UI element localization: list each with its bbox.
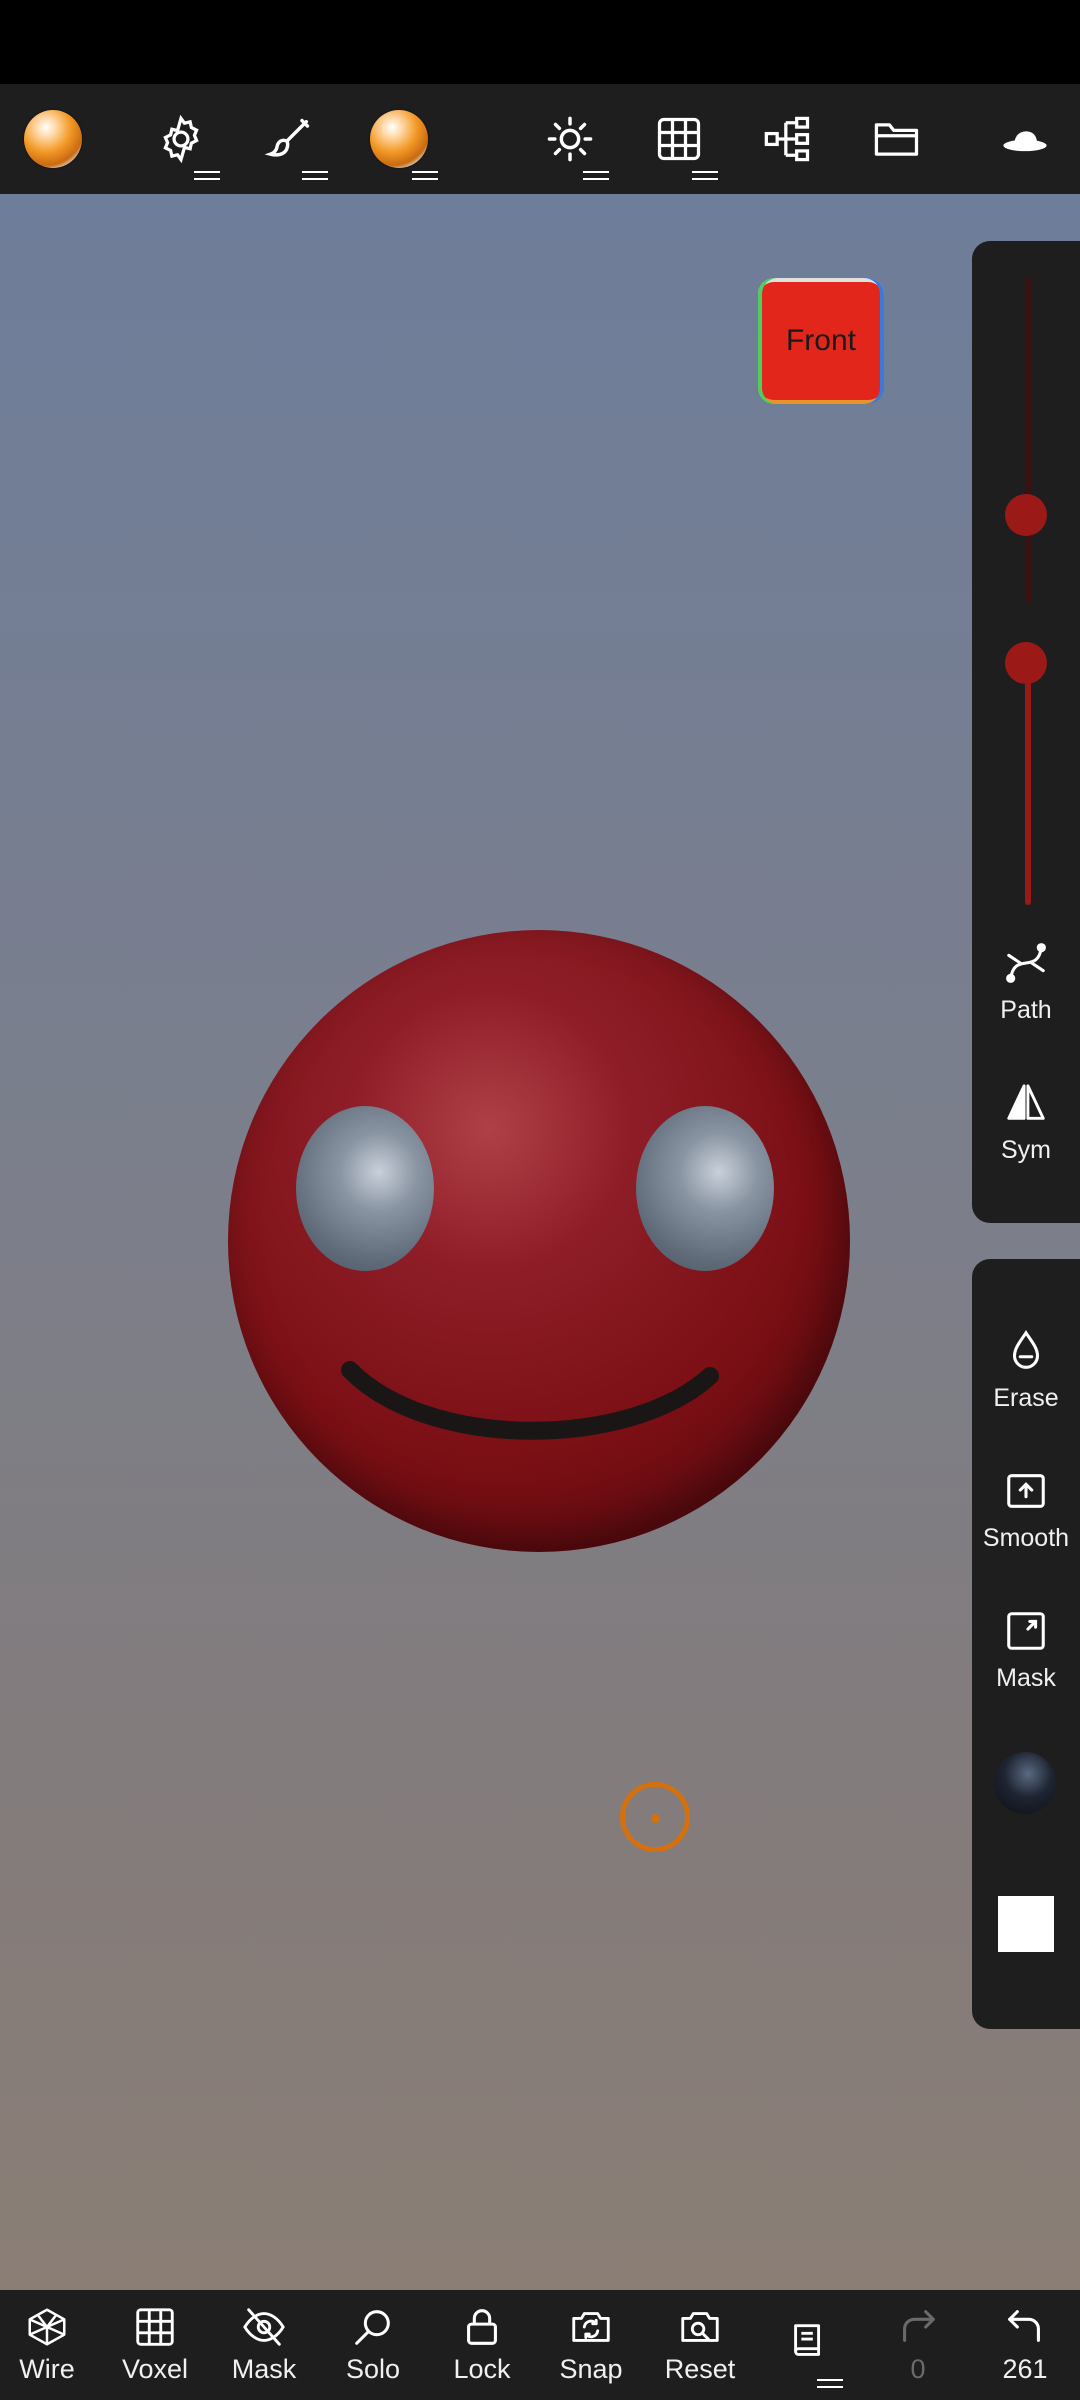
history-button[interactable]: [759, 2290, 859, 2400]
submenu-indicator: [583, 171, 609, 180]
hat-icon: [1003, 131, 1047, 152]
smooth-label: Smooth: [982, 1524, 1070, 1552]
history-book-icon: [794, 2324, 821, 2356]
radius-slider-handle[interactable]: [1005, 493, 1047, 536]
undo-count: 261: [1002, 2354, 1048, 2384]
submenu-indicator: [412, 171, 438, 180]
light-icon: [547, 116, 593, 162]
snap-label: Snap: [559, 2354, 623, 2384]
wire-button[interactable]: Wire: [0, 2290, 97, 2400]
submenu-indicator: [817, 2379, 843, 2388]
path-icon: [1006, 943, 1046, 983]
status-bar: [0, 0, 1080, 84]
camera-search-icon: [681, 2312, 719, 2342]
submenu-indicator: [692, 171, 718, 180]
mask-label: Mask: [996, 1664, 1056, 1692]
pivot-target-center: [651, 1814, 660, 1823]
material-icon: [24, 110, 82, 168]
brush-button[interactable]: [244, 84, 334, 194]
snap-button[interactable]: Snap: [541, 2290, 641, 2400]
radius-slider-track[interactable]: [1025, 277, 1031, 603]
voxel-grid-icon: [136, 2308, 174, 2346]
settings-button[interactable]: [136, 84, 226, 194]
erase-label: Erase: [993, 1384, 1059, 1412]
matcap-button[interactable]: [354, 84, 444, 194]
wireframe-icon: [28, 2308, 66, 2346]
top-toolbar: [0, 84, 1080, 194]
smooth-icon: [1007, 1474, 1045, 1508]
sym-label: Sym: [1001, 1136, 1051, 1164]
brush-material-icon[interactable]: [994, 1752, 1056, 1814]
files-button[interactable]: [852, 84, 942, 194]
wire-label: Wire: [19, 2354, 75, 2384]
matcap-icon: [370, 110, 428, 168]
undo-icon: [1008, 2310, 1040, 2342]
lock-icon: [467, 2309, 497, 2345]
erase-drop-icon: [1012, 1330, 1040, 1369]
solo-label: Solo: [345, 2354, 401, 2384]
3d-viewport[interactable]: Front: [0, 194, 1080, 2290]
grid-icon: [657, 117, 701, 161]
path-label: Path: [1000, 996, 1052, 1024]
symmetry-icon: [1007, 1084, 1045, 1120]
voxel-button[interactable]: Voxel: [105, 2290, 205, 2400]
search-icon: [355, 2310, 390, 2345]
symmetry-button[interactable]: Sym: [972, 1080, 1080, 1165]
intensity-slider-handle[interactable]: [1005, 642, 1047, 684]
scene-tree-button[interactable]: [743, 84, 833, 194]
lock-label: Lock: [453, 2354, 511, 2384]
brush-icon: [264, 118, 310, 157]
solo-button[interactable]: Solo: [323, 2290, 423, 2400]
submenu-indicator: [302, 171, 328, 180]
mouth-stroke: [341, 1361, 719, 1440]
smooth-button[interactable]: Smooth: [972, 1468, 1080, 1553]
redo-button[interactable]: 0: [868, 2290, 968, 2400]
undo-button[interactable]: 261: [975, 2290, 1075, 2400]
app-menu-button[interactable]: [980, 84, 1070, 194]
lock-button[interactable]: Lock: [432, 2290, 532, 2400]
material-button[interactable]: [8, 84, 98, 194]
light-button[interactable]: [525, 84, 615, 194]
color-swatch[interactable]: [998, 1896, 1054, 1952]
bottom-toolbar: Wire Voxel Mask Solo Lock Snap Reset 0 2…: [0, 2290, 1080, 2400]
voxel-label: Voxel: [121, 2354, 189, 2384]
settings-icon: [163, 114, 199, 164]
redo-icon: [903, 2310, 935, 2342]
path-button[interactable]: Path: [972, 940, 1080, 1025]
intensity-slider-track[interactable]: [1025, 663, 1031, 905]
mask-brush-button[interactable]: Mask: [972, 1608, 1080, 1693]
eye-slash-icon: [243, 2308, 285, 2346]
redo-count: 0: [910, 2354, 926, 2384]
camera-rotate-icon: [572, 2312, 610, 2342]
erase-button[interactable]: Erase: [972, 1328, 1080, 1413]
mask-toggle-label: Mask: [231, 2354, 297, 2384]
view-cube-gizmo[interactable]: Front: [758, 278, 884, 404]
submenu-indicator: [194, 171, 220, 180]
scene-tree-icon: [764, 116, 810, 162]
reset-label: Reset: [664, 2354, 736, 2384]
gizmo-face-label: Front: [785, 324, 857, 357]
grid-button[interactable]: [634, 84, 724, 194]
folder-icon: [874, 123, 919, 156]
reset-button[interactable]: Reset: [650, 2290, 750, 2400]
sculpt-mesh-sphere[interactable]: [228, 930, 850, 1552]
mask-brush-icon: [1007, 1612, 1045, 1650]
mask-toggle-button[interactable]: Mask: [214, 2290, 314, 2400]
